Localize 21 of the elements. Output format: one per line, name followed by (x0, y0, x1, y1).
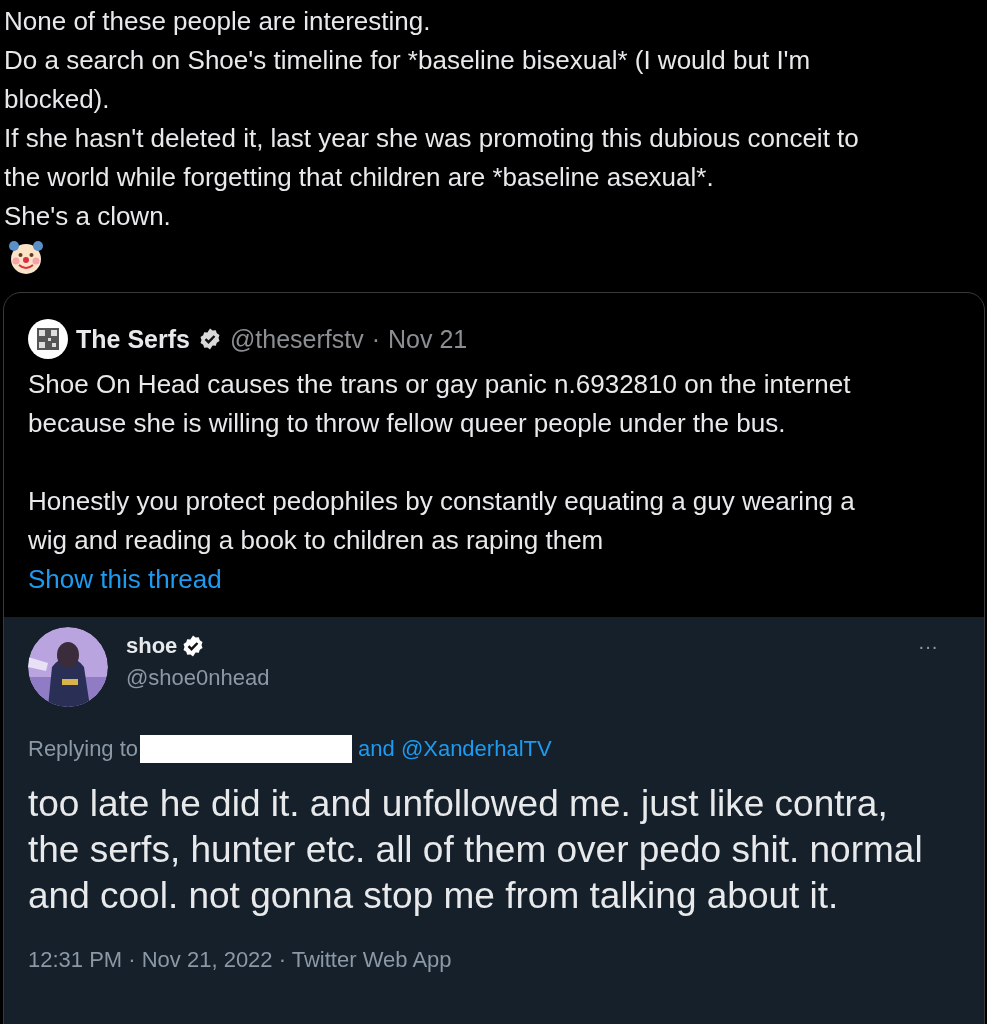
quoted-tweet-text: Honestly you protect pedophiles by constantly equating a guy wearing a wig and reading a book to children as raping them (28, 485, 856, 557)
separator-dot: · (371, 324, 381, 354)
author-handle: @shoe0nhead (126, 665, 271, 691)
post-text: None of these people are interesting. (4, 5, 432, 38)
post-text: Do a search on Shoe's timeline for *baseline bisexual* (I would but I'm blocked). (4, 44, 812, 116)
tweet-text: too late he did it. and unfollowed me. just like contra, the serfs, hunter etc. all of them over pedo shit. normal and cool. not gonna stop me from talking about it. (28, 782, 924, 918)
tweet-date: Nov 21 (388, 324, 468, 354)
clown-face-icon (8, 240, 44, 276)
replying-to-label: Replying to (28, 736, 139, 762)
quoted-tweet-card[interactable] (3, 292, 985, 1024)
qr-code-avatar-icon (28, 319, 68, 359)
tweet-timestamp: 12:31 PM · Nov 21, 2022 · Twitter Web App (28, 947, 453, 973)
show-thread-link[interactable]: Show this thread (28, 564, 222, 595)
mention-link[interactable]: and @XanderhalTV (358, 736, 552, 762)
author-handle: @theserfstv (229, 324, 364, 354)
more-options-icon[interactable]: ··· (918, 635, 938, 658)
quoted-tweet-text: Shoe On Head causes the trans or gay panic n.6932810 on the internet because she is willing to throw fellow queer people under the bus. (28, 368, 852, 440)
author-name: shoe (126, 633, 178, 659)
author-name: The Serfs (76, 324, 190, 354)
post-text: If she hasn't deleted it, last year she was promoting this dubious conceit to the world while forgetting that children are *baseline asexual*. (4, 122, 860, 194)
post-text: She's a clown. (4, 200, 172, 233)
